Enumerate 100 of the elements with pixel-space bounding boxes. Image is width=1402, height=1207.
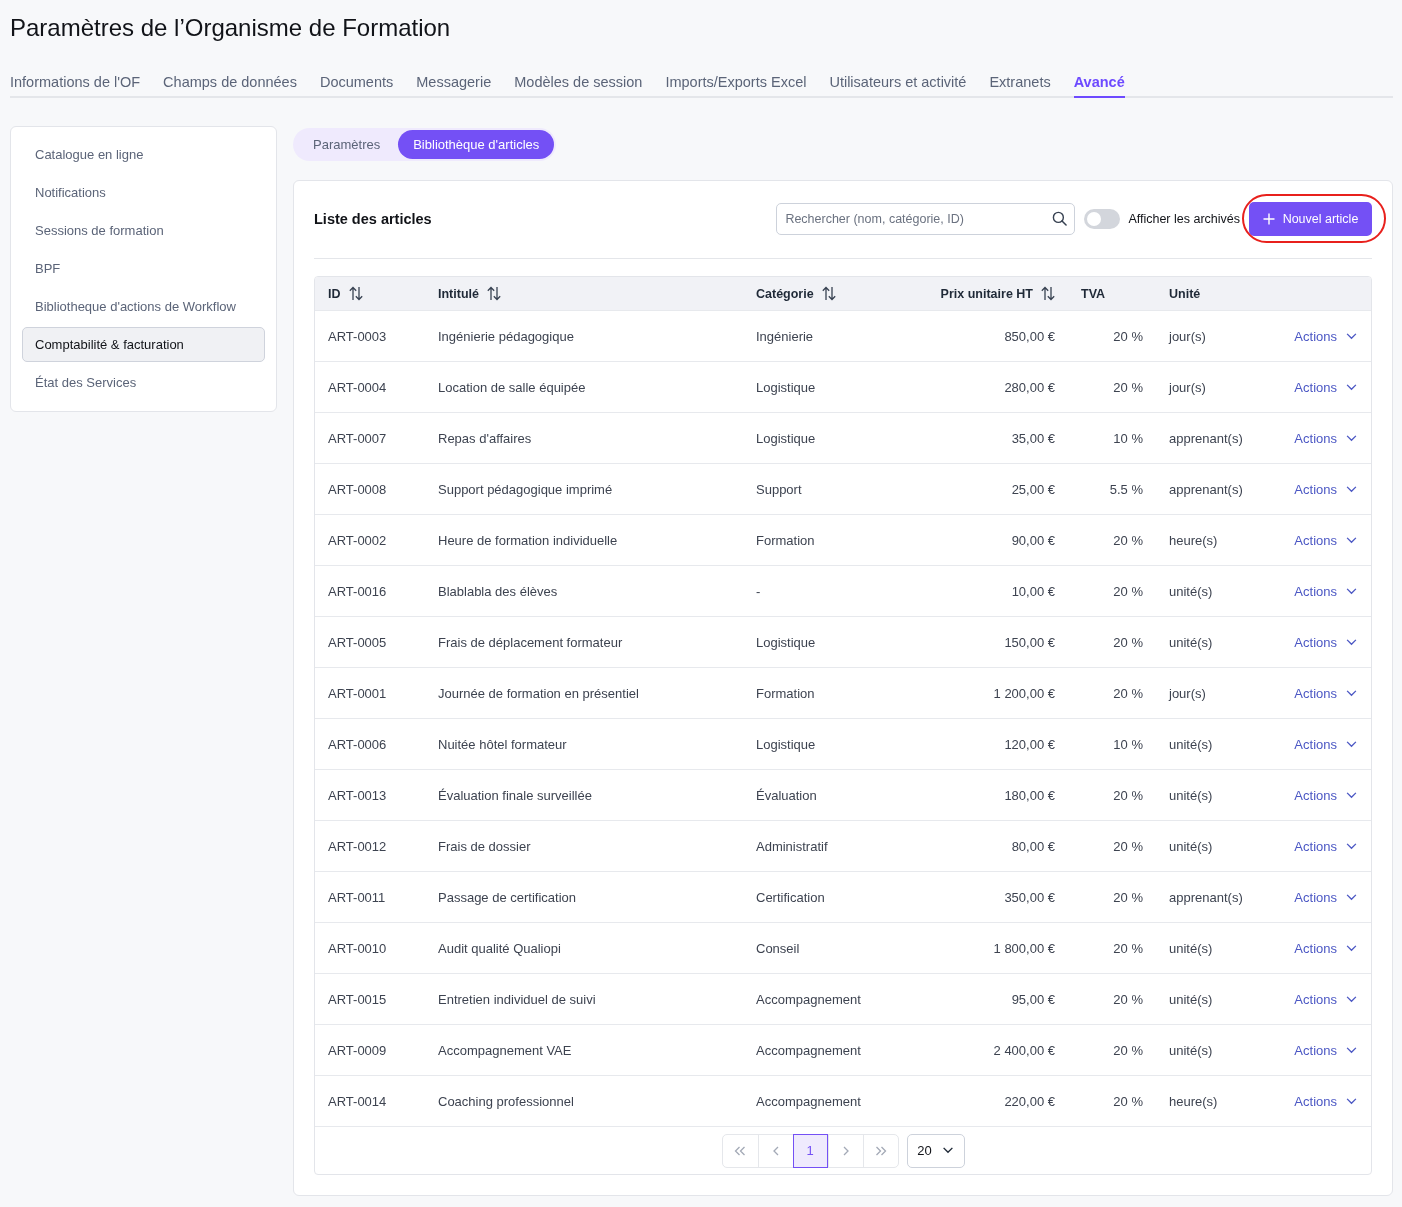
actions-button[interactable]: Actions — [1294, 685, 1357, 701]
table-cell: Certification — [756, 889, 825, 905]
table-cell: Location de salle équipée — [438, 379, 586, 395]
column-header: ID — [328, 286, 341, 301]
table-cell: 20 % — [1113, 583, 1143, 599]
table-cell: 180,00 € — [1004, 787, 1055, 803]
page-button[interactable]: 1 — [792, 1133, 828, 1168]
table-cell: 20 % — [1113, 328, 1143, 344]
archive-toggle[interactable] — [1084, 208, 1121, 229]
tab[interactable]: Avancé — [1073, 72, 1125, 98]
sidebar-item[interactable]: État des Services — [22, 365, 265, 400]
table-cell: ART-0013 — [328, 787, 387, 803]
table-cell: Accompagnement — [756, 991, 861, 1007]
table-cell: Logistique — [756, 634, 816, 650]
page-title: Paramètres de l’Organisme de Formation — [10, 13, 452, 43]
table-cell: jour(s) — [1169, 379, 1206, 395]
table-cell: Logistique — [756, 379, 816, 395]
table-cell: 5.5 % — [1109, 481, 1143, 497]
actions-button[interactable]: Actions — [1294, 328, 1357, 344]
chevron-down-icon — [1346, 587, 1357, 595]
actions-button[interactable]: Actions — [1294, 634, 1357, 650]
table-cell: Formation — [756, 532, 815, 548]
actions-button[interactable]: Actions — [1294, 736, 1357, 752]
tab[interactable]: Documents — [319, 72, 394, 98]
table-cell: 350,00 € — [1004, 889, 1055, 905]
table-cell: ART-0005 — [328, 634, 387, 650]
actions-button[interactable]: Actions — [1294, 991, 1357, 1007]
table-cell: 20 % — [1113, 1042, 1143, 1058]
actions-button[interactable]: Actions — [1294, 838, 1357, 854]
table-cell: ART-0007 — [328, 430, 387, 446]
sort-icon[interactable] — [1041, 286, 1055, 301]
chevron-down-icon — [1346, 689, 1357, 697]
table-cell: ART-0008 — [328, 481, 387, 497]
table-cell: unité(s) — [1169, 838, 1213, 854]
sidebar-item[interactable]: Sessions de formation — [22, 213, 265, 248]
chevron-down-icon — [1346, 638, 1357, 646]
table-cell: ART-0001 — [328, 685, 387, 701]
actions-button[interactable]: Actions — [1294, 787, 1357, 803]
table-cell: unité(s) — [1169, 736, 1213, 752]
table-cell: Support pédagogique imprimé — [438, 481, 613, 497]
table-cell: Repas d'affaires — [438, 430, 532, 446]
table-cell: 1 800,00 € — [993, 940, 1055, 956]
table-cell: Audit qualité Qualiopi — [438, 940, 561, 956]
table-cell: ART-0004 — [328, 379, 387, 395]
table-cell: 10,00 € — [1011, 583, 1055, 599]
table-cell: Frais de déplacement formateur — [438, 634, 623, 650]
tab[interactable]: Imports/Exports Excel — [665, 72, 807, 98]
chevron-down-icon — [1346, 332, 1357, 340]
table-cell: 2 400,00 € — [993, 1042, 1055, 1058]
sidebar-item[interactable]: BPF — [22, 251, 265, 286]
table-cell: 20 % — [1113, 940, 1143, 956]
page-size-select[interactable]: 20 — [906, 1133, 965, 1168]
search-field[interactable]: Rechercher (nom, catégorie, ID) — [776, 202, 1076, 235]
sidebar-item[interactable]: Bibliotheque d'actions de Workflow — [22, 289, 265, 324]
table-cell: Nuitée hôtel formateur — [438, 736, 567, 752]
chevron-down-icon — [1346, 842, 1357, 850]
table-cell: 20 % — [1113, 685, 1143, 701]
search-icon — [1052, 210, 1068, 226]
table-cell: Blablabla des élèves — [438, 583, 558, 599]
table-cell: unité(s) — [1169, 787, 1213, 803]
actions-button[interactable]: Actions — [1294, 532, 1357, 548]
table-cell: 10 % — [1113, 430, 1143, 446]
new-article-button[interactable]: Nouvel article — [1249, 201, 1372, 236]
table-cell: 25,00 € — [1011, 481, 1055, 497]
actions-button[interactable]: Actions — [1294, 1042, 1357, 1058]
actions-button[interactable]: Actions — [1294, 940, 1357, 956]
column-header: TVA — [1081, 286, 1106, 301]
tab[interactable]: Messagerie — [416, 72, 492, 98]
table-cell: Logistique — [756, 430, 816, 446]
tab[interactable]: Champs de données — [163, 72, 297, 98]
view-tab[interactable]: Bibliothèque d'articles — [398, 130, 555, 159]
tab[interactable]: Informations de l'OF — [10, 72, 141, 98]
sort-icon[interactable] — [821, 286, 836, 301]
sort-icon[interactable] — [486, 286, 501, 301]
actions-button[interactable]: Actions — [1294, 430, 1357, 446]
sidebar-item[interactable]: Comptabilité & facturation — [22, 327, 265, 362]
table-cell: ART-0016 — [328, 583, 387, 599]
actions-button[interactable]: Actions — [1294, 379, 1357, 395]
table-cell: ART-0002 — [328, 532, 387, 548]
sidebar-item[interactable]: Catalogue en ligne — [22, 137, 265, 172]
table-cell: Administratif — [756, 838, 828, 854]
sidebar-item[interactable]: Notifications — [22, 175, 265, 210]
table-cell: Évaluation — [756, 787, 817, 803]
table-cell: Ingénierie — [756, 328, 814, 344]
chevron-down-icon — [1346, 944, 1357, 952]
double-chevron-left-icon — [734, 1145, 746, 1156]
tab[interactable]: Modèles de session — [514, 72, 643, 98]
tab[interactable]: Extranets — [989, 72, 1051, 98]
actions-button[interactable]: Actions — [1294, 889, 1357, 905]
table-cell: 150,00 € — [1004, 634, 1055, 650]
chevron-down-icon — [941, 1147, 954, 1154]
view-tab[interactable]: Paramètres — [295, 130, 399, 159]
table-cell: ART-0012 — [328, 838, 387, 854]
column-header: Prix unitaire HT — [940, 286, 1033, 301]
sort-icon[interactable] — [348, 286, 363, 301]
actions-button[interactable]: Actions — [1294, 481, 1357, 497]
actions-button[interactable]: Actions — [1294, 1093, 1357, 1109]
tab[interactable]: Utilisateurs et activité — [829, 72, 967, 98]
actions-button[interactable]: Actions — [1294, 583, 1357, 599]
table-cell: 120,00 € — [1004, 736, 1055, 752]
